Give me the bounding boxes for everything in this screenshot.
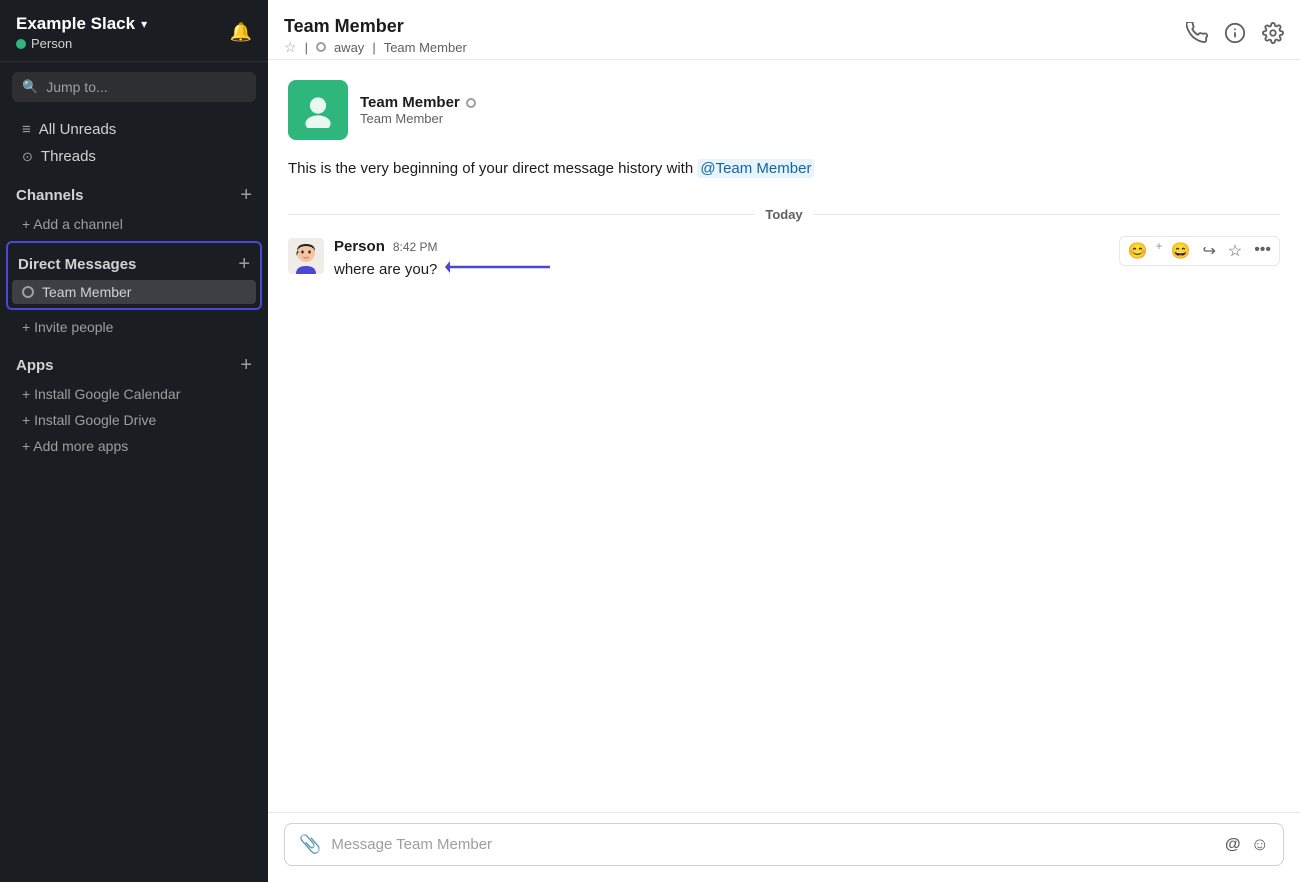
avatar bbox=[288, 238, 324, 274]
date-line-right bbox=[813, 214, 1280, 215]
messages-area[interactable]: Team Member Team Member This is the very… bbox=[268, 60, 1300, 812]
message-time: 8:42 PM bbox=[393, 240, 438, 254]
team-member-status-icon bbox=[22, 286, 34, 298]
add-channel-icon[interactable]: + bbox=[240, 184, 252, 207]
message-input-box: 📎 @ ☺ bbox=[284, 823, 1284, 866]
dm-intro-info: Team Member Team Member bbox=[360, 80, 476, 140]
phone-icon[interactable] bbox=[1186, 22, 1208, 50]
apps-title: Apps bbox=[16, 357, 54, 374]
search-icon: 🔍 bbox=[22, 79, 38, 95]
all-unreads-label: All Unreads bbox=[39, 121, 117, 138]
invite-people-label: + Invite people bbox=[22, 319, 113, 335]
at-mention-button[interactable]: @ bbox=[1225, 836, 1241, 854]
input-area: 📎 @ ☺ bbox=[268, 812, 1300, 882]
divider-pipe-2: | bbox=[372, 40, 375, 55]
apps-section-header[interactable]: Apps + bbox=[0, 340, 268, 381]
dm-item-team-member[interactable]: Team Member bbox=[12, 280, 256, 304]
reply-button[interactable]: ↪ bbox=[1198, 239, 1219, 263]
dm-section-header[interactable]: Direct Messages + bbox=[8, 247, 260, 280]
sidebar-nav: ≡ All Unreads ⊙ Threads Channels + + Add… bbox=[0, 112, 268, 882]
dm-intro-subtitle: Team Member bbox=[360, 111, 476, 126]
workspace-chevron-icon: ▾ bbox=[141, 17, 147, 31]
add-more-apps-label: + Add more apps bbox=[22, 438, 128, 454]
threads-label: Threads bbox=[41, 148, 96, 165]
dm-section: Direct Messages + Team Member bbox=[6, 241, 262, 310]
dm-intro: Team Member Team Member bbox=[288, 80, 1280, 140]
channel-title: Team Member bbox=[284, 16, 467, 37]
channels-section-header[interactable]: Channels + bbox=[0, 170, 268, 211]
main-content: Team Member ☆ | away | Team Member bbox=[268, 0, 1300, 882]
notifications-bell-icon[interactable]: 🔔 bbox=[230, 22, 252, 43]
add-dm-icon[interactable]: + bbox=[238, 253, 250, 276]
jump-to-label: Jump to... bbox=[46, 79, 107, 95]
install-google-calendar-label: + Install Google Calendar bbox=[22, 386, 180, 402]
date-label: Today bbox=[765, 207, 802, 222]
install-google-calendar-button[interactable]: + Install Google Calendar bbox=[6, 381, 262, 407]
sidebar-item-threads[interactable]: ⊙ Threads bbox=[6, 143, 262, 170]
person-name: Person bbox=[31, 36, 72, 51]
date-line-left bbox=[288, 214, 755, 215]
topbar-info: Team Member ☆ | away | Team Member bbox=[284, 16, 467, 56]
history-text-main: This is the very beginning of your direc… bbox=[288, 160, 693, 177]
dm-intro-status-icon bbox=[466, 98, 476, 108]
more-actions-button[interactable]: ••• bbox=[1250, 239, 1275, 263]
info-icon[interactable] bbox=[1224, 22, 1246, 50]
dm-history-text: This is the very beginning of your direc… bbox=[288, 160, 1280, 177]
star-icon[interactable]: ☆ bbox=[284, 39, 297, 56]
dm-intro-name-text: Team Member bbox=[360, 94, 460, 111]
sidebar-header: Example Slack ▾ Person 🔔 bbox=[0, 0, 268, 62]
away-text: away bbox=[334, 40, 364, 55]
arrow-annotation bbox=[445, 257, 565, 281]
threads-icon: ⊙ bbox=[22, 149, 33, 165]
dm-team-member-label: Team Member bbox=[42, 284, 131, 300]
add-reaction-button[interactable]: 😊 bbox=[1124, 239, 1152, 263]
workspace-name: Example Slack bbox=[16, 14, 135, 34]
star-message-button[interactable]: ☆ bbox=[1224, 239, 1246, 263]
settings-icon[interactable] bbox=[1262, 22, 1284, 50]
install-google-drive-label: + Install Google Drive bbox=[22, 412, 156, 428]
add-channel-label: + Add a channel bbox=[22, 216, 123, 232]
invite-people-button[interactable]: + Invite people bbox=[6, 314, 262, 340]
add-app-icon[interactable]: + bbox=[240, 354, 252, 377]
sidebar: Example Slack ▾ Person 🔔 🔍 Jump to... ≡ … bbox=[0, 0, 268, 882]
topbar-breadcrumb: Team Member bbox=[384, 40, 467, 55]
message-input[interactable] bbox=[331, 836, 1215, 853]
jump-to-button[interactable]: 🔍 Jump to... bbox=[12, 72, 256, 102]
add-channel-button[interactable]: + Add a channel bbox=[6, 211, 262, 237]
dm-section-title: Direct Messages bbox=[18, 256, 136, 273]
away-status-icon bbox=[316, 42, 326, 52]
topbar-actions bbox=[1186, 22, 1284, 50]
topbar-meta: ☆ | away | Team Member bbox=[284, 39, 467, 56]
sidebar-item-all-unreads[interactable]: ≡ All Unreads bbox=[6, 116, 262, 143]
history-mention[interactable]: @Team Member bbox=[697, 159, 814, 178]
table-row: Person 8:42 PM where are you? 😊 + bbox=[288, 232, 1280, 287]
message-body: where are you? bbox=[334, 261, 437, 278]
channels-title: Channels bbox=[16, 187, 84, 204]
emoji-picker-button[interactable]: ☺ bbox=[1251, 834, 1269, 855]
dm-intro-name: Team Member bbox=[360, 94, 476, 111]
add-more-apps-button[interactable]: + Add more apps bbox=[6, 433, 262, 459]
message-actions: 😊 + 😄 ↪ ☆ ••• bbox=[1119, 236, 1280, 266]
install-google-drive-button[interactable]: + Install Google Drive bbox=[6, 407, 262, 433]
attach-icon[interactable]: 📎 bbox=[299, 834, 321, 855]
emoji-button[interactable]: 😄 bbox=[1167, 239, 1195, 263]
topbar: Team Member ☆ | away | Team Member bbox=[268, 0, 1300, 60]
message-sender: Person bbox=[334, 238, 385, 255]
all-unreads-icon: ≡ bbox=[22, 121, 31, 138]
date-divider: Today bbox=[288, 207, 1280, 222]
team-member-avatar-large bbox=[288, 80, 348, 140]
online-status-icon bbox=[16, 39, 26, 49]
user-status-row: Person bbox=[16, 36, 147, 51]
workspace-title-row[interactable]: Example Slack ▾ bbox=[16, 14, 147, 34]
divider-pipe: | bbox=[305, 40, 308, 55]
